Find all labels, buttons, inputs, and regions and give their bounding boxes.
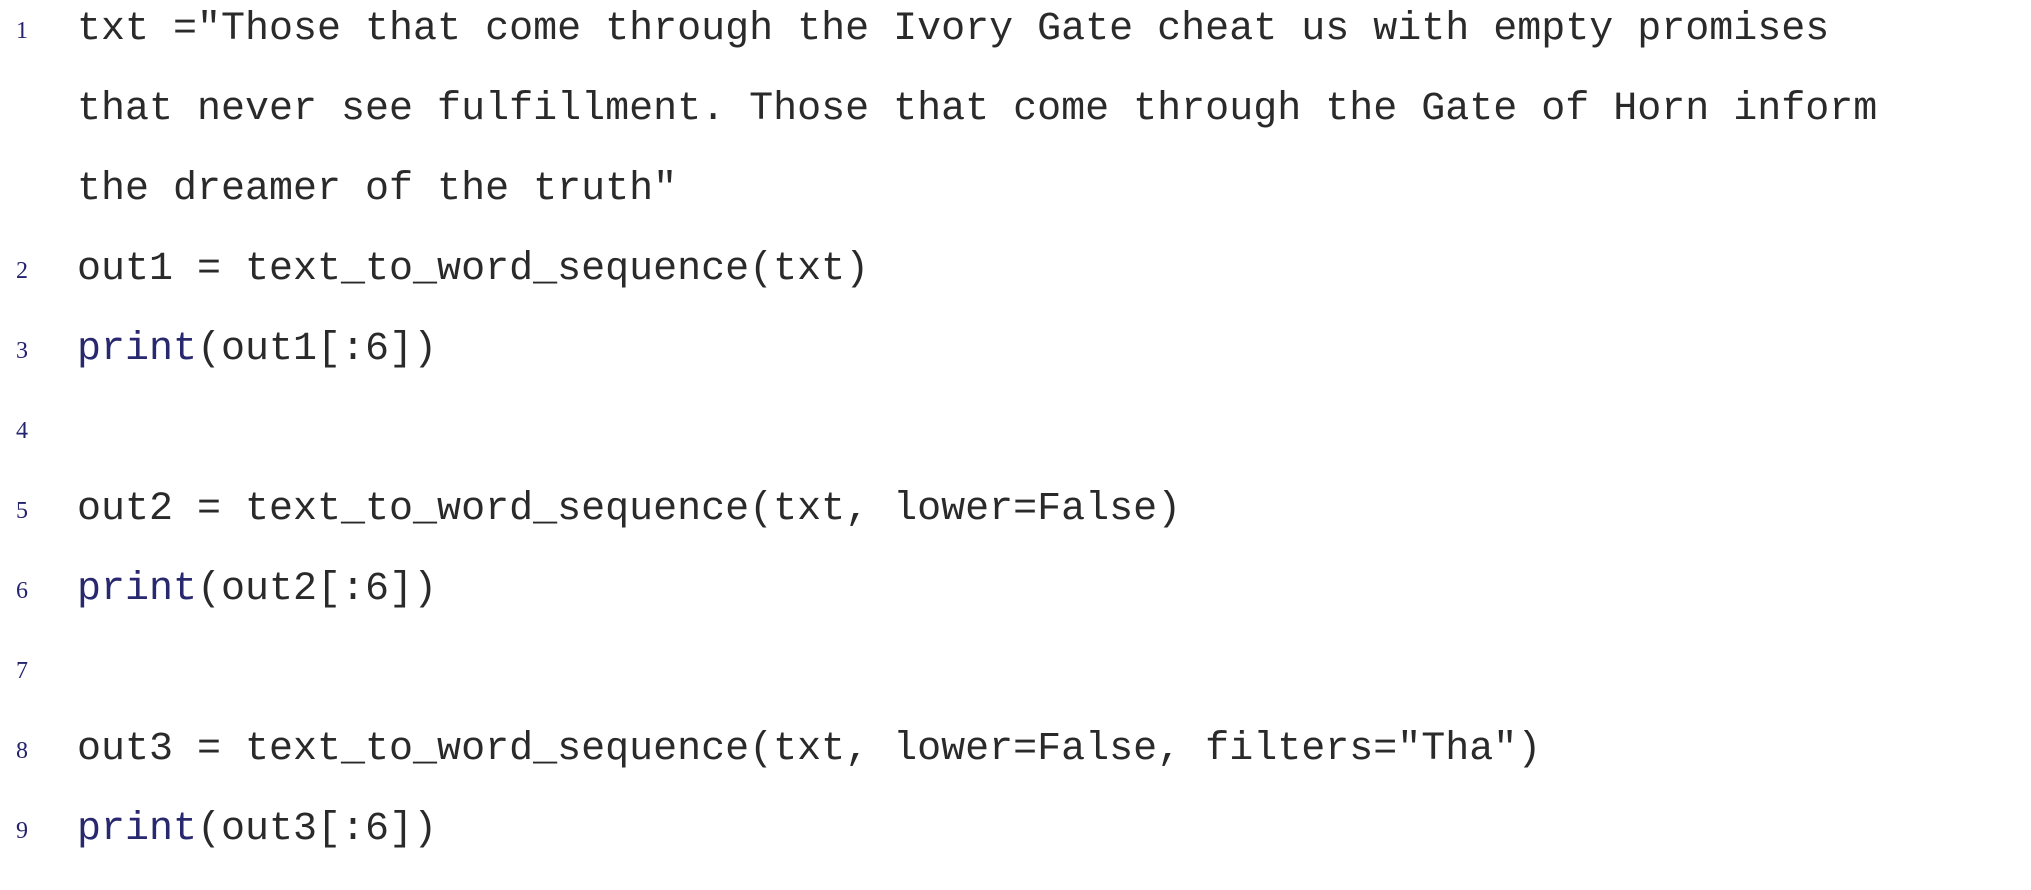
- code-text: print(out2[:6]): [77, 570, 437, 610]
- code-line: 7: [0, 650, 2031, 730]
- line-number: 2: [16, 258, 28, 284]
- code-line: 8 out3 = text_to_word_sequence(txt, lowe…: [0, 730, 2031, 810]
- code-rest: (out3[:6]): [197, 807, 438, 852]
- code-text: out3 = text_to_word_sequence(txt, lower=…: [77, 727, 1542, 772]
- code-text: out2 = text_to_word_sequence(txt, lower=…: [77, 487, 1182, 532]
- code-text: that never see fulfillment. Those that c…: [77, 87, 1878, 132]
- line-number: 3: [16, 338, 28, 364]
- line-number: 9: [16, 818, 28, 844]
- line-number: 1: [16, 18, 28, 44]
- code-rest: (out1[:6]): [197, 327, 438, 372]
- line-number: 8: [16, 738, 28, 764]
- code-line: the dreamer of the truth": [0, 170, 2031, 250]
- print-keyword: print: [77, 807, 198, 852]
- print-keyword: print: [77, 567, 198, 612]
- code-line: 1 txt ="Those that come through the Ivor…: [0, 10, 2031, 90]
- code-listing: 1 txt ="Those that come through the Ivor…: [0, 0, 2031, 857]
- code-line: 9 print(out3[:6]): [0, 810, 2031, 890]
- print-keyword: print: [77, 327, 198, 372]
- code-line: 4: [0, 410, 2031, 490]
- code-line: 3 print(out1[:6]): [0, 330, 2031, 410]
- line-number: 7: [16, 658, 28, 684]
- code-rest: (out2[:6]): [197, 567, 438, 612]
- code-text: print(out1[:6]): [77, 330, 437, 370]
- code-text: out1 = text_to_word_sequence(txt): [77, 247, 870, 292]
- line-number: 6: [16, 578, 28, 604]
- code-text: the dreamer of the truth": [77, 167, 678, 212]
- code-line: that never see fulfillment. Those that c…: [0, 90, 2031, 170]
- code-text: txt ="Those that come through the Ivory …: [77, 7, 1830, 52]
- code-line: 2 out1 = text_to_word_sequence(txt): [0, 250, 2031, 330]
- code-line: 5 out2 = text_to_word_sequence(txt, lowe…: [0, 490, 2031, 570]
- line-number: 5: [16, 498, 28, 524]
- line-number: 4: [16, 418, 28, 444]
- code-line: 6 print(out2[:6]): [0, 570, 2031, 650]
- code-text: print(out3[:6]): [77, 810, 437, 850]
